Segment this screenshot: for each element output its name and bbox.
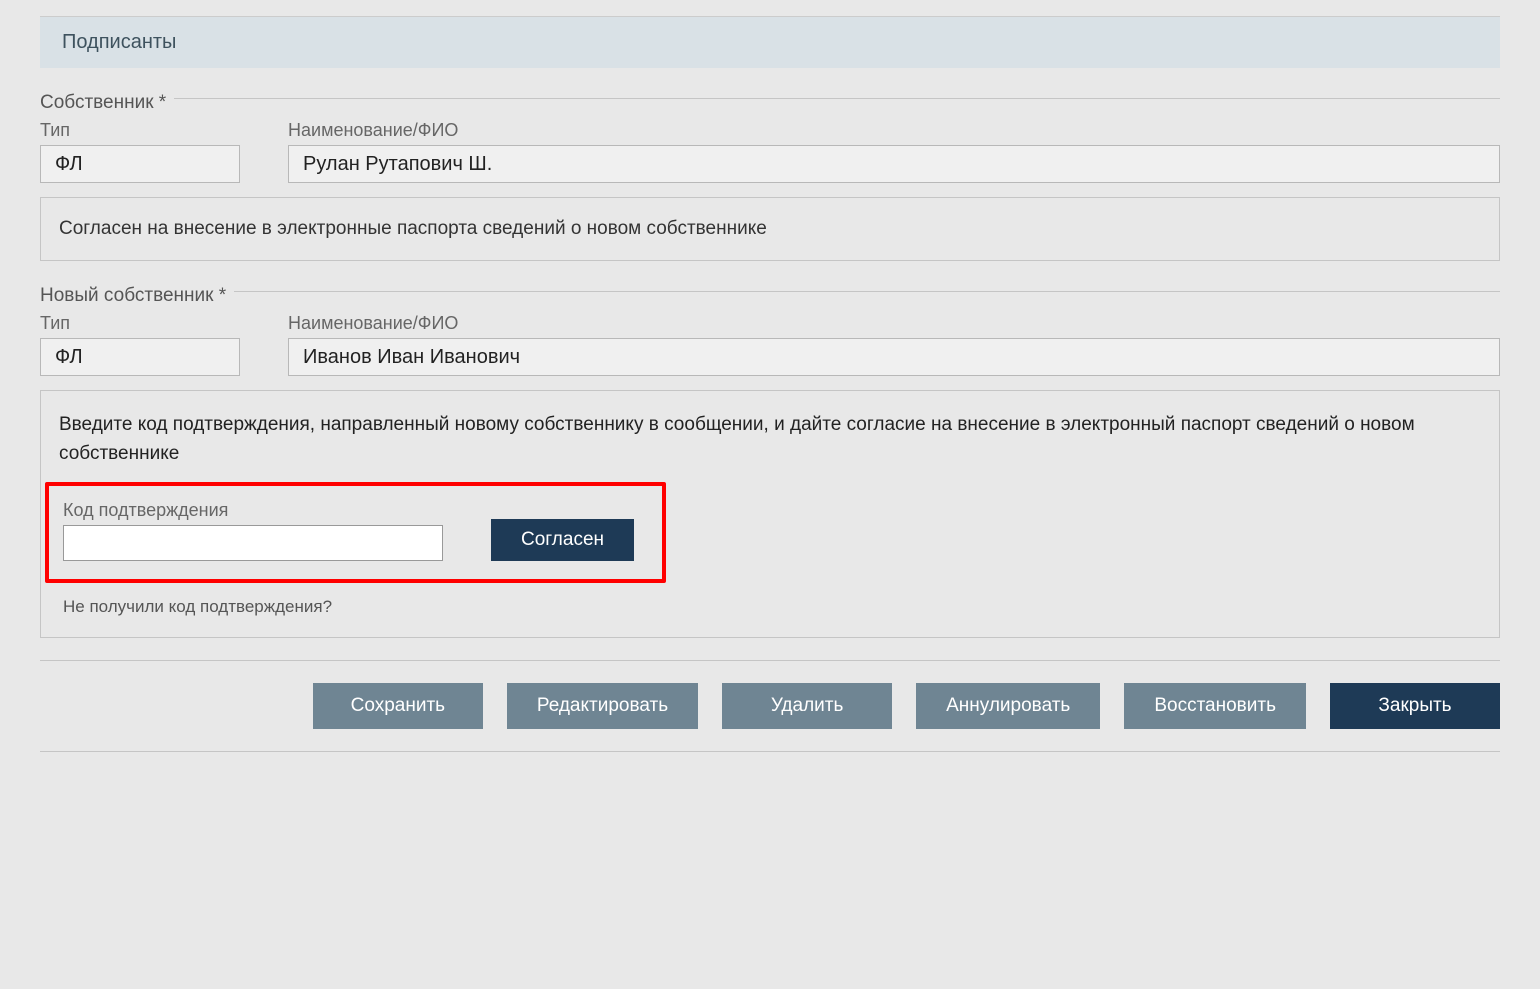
owner-type-group: Тип (40, 120, 240, 183)
footer-divider-top (40, 660, 1500, 661)
owner-name-group: Наименование/ФИО (288, 120, 1500, 183)
owner-name-label: Наименование/ФИО (288, 120, 1500, 141)
agree-button[interactable]: Согласен (491, 519, 634, 561)
new-owner-name-group: Наименование/ФИО (288, 313, 1500, 376)
owner-type-label: Тип (40, 120, 240, 141)
confirm-highlight-frame: Код подтверждения Согласен (45, 482, 666, 583)
owner-name-input (288, 145, 1500, 183)
new-owner-legend-row: Новый собственник * (40, 285, 1500, 297)
owner-legend-row: Собственник * (40, 92, 1500, 104)
save-button[interactable]: Сохранить (313, 683, 483, 729)
owner-legend: Собственник * (40, 92, 174, 114)
annul-button[interactable]: Аннулировать (916, 683, 1100, 729)
restore-button[interactable]: Восстановить (1124, 683, 1306, 729)
code-field-group: Код подтверждения (63, 500, 443, 561)
new-owner-fields: Тип Наименование/ФИО (40, 313, 1500, 376)
new-owner-type-label: Тип (40, 313, 240, 334)
action-button-row: Сохранить Редактировать Удалить Аннулиро… (40, 683, 1500, 729)
owner-fields: Тип Наименование/ФИО (40, 120, 1500, 183)
new-owner-type-input (40, 338, 240, 376)
confirm-instructions: Введите код подтверждения, направленный … (59, 411, 1481, 468)
new-owner-name-input (288, 338, 1500, 376)
new-owner-name-label: Наименование/ФИО (288, 313, 1500, 334)
owner-consent-box: Согласен на внесение в электронные паспо… (40, 197, 1500, 261)
no-code-link[interactable]: Не получили код подтверждения? (59, 597, 1481, 617)
confirmation-code-input[interactable] (63, 525, 443, 561)
new-owner-legend: Новый собственник * (40, 285, 234, 307)
footer-divider-bottom (40, 751, 1500, 752)
delete-button[interactable]: Удалить (722, 683, 892, 729)
confirm-box: Введите код подтверждения, направленный … (40, 390, 1500, 638)
panel-title: Подписанты (40, 16, 1500, 68)
new-owner-type-group: Тип (40, 313, 240, 376)
close-button[interactable]: Закрыть (1330, 683, 1500, 729)
edit-button[interactable]: Редактировать (507, 683, 698, 729)
code-label: Код подтверждения (63, 500, 443, 521)
owner-type-input (40, 145, 240, 183)
